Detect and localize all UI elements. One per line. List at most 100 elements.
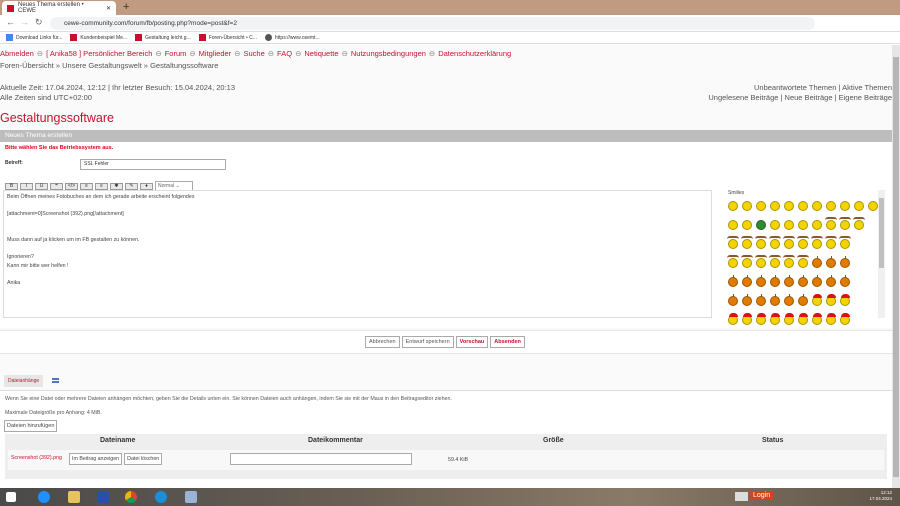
app-icon[interactable]	[185, 491, 197, 503]
smiley-icon[interactable]	[728, 220, 738, 230]
smiley-icon[interactable]	[839, 236, 851, 249]
smiley-icon[interactable]	[784, 201, 794, 211]
smiley-icon[interactable]	[826, 256, 836, 268]
url-input[interactable]: cewe-community.com/forum/fb/posting.php?…	[50, 17, 815, 30]
format-button[interactable]: </>	[65, 182, 78, 190]
smiley-icon[interactable]	[826, 201, 836, 211]
smiley-icon[interactable]	[840, 256, 850, 268]
breadcrumb[interactable]: Foren-Übersicht » Unsere Gestaltungswelt…	[0, 61, 218, 70]
smiley-icon[interactable]	[728, 275, 738, 287]
smiley-icon[interactable]	[755, 255, 767, 268]
forward-icon[interactable]: →	[20, 17, 29, 27]
active-link[interactable]: Aktive Themen	[842, 83, 892, 92]
page-scrollbar[interactable]	[892, 45, 900, 488]
smiley-icon[interactable]	[742, 313, 752, 325]
login-button[interactable]: Login	[750, 491, 774, 500]
file-name-link[interactable]: Screenshot (392).png	[11, 455, 62, 461]
smiley-icon[interactable]	[756, 201, 766, 211]
smilies-scrollbar[interactable]	[878, 190, 885, 318]
smiley-icon[interactable]	[784, 220, 794, 230]
subject-input[interactable]: SSL Fehler	[80, 159, 226, 170]
smiley-icon[interactable]	[854, 201, 864, 211]
nav-link[interactable]: Mitglieder	[199, 49, 232, 58]
format-button[interactable]: B	[5, 182, 18, 190]
smiley-icon[interactable]	[783, 255, 795, 268]
bookmark[interactable]: Kundenbeispiel Me...	[70, 34, 127, 41]
smiley-icon[interactable]	[812, 275, 822, 287]
smiley-icon[interactable]	[769, 255, 781, 268]
smiley-icon[interactable]	[728, 294, 738, 306]
smiley-icon[interactable]	[770, 294, 780, 306]
smiley-icon[interactable]	[840, 313, 850, 325]
save-draft-button[interactable]: Entwurf speichern	[401, 336, 454, 348]
smiley-icon[interactable]	[756, 275, 766, 287]
smiley-icon[interactable]	[742, 275, 752, 287]
file-comment-input[interactable]	[230, 453, 412, 465]
smiley-icon[interactable]	[784, 294, 794, 306]
nav-link[interactable]: [ Anika58 ] Persönlicher Bereich	[46, 49, 152, 58]
smiley-icon[interactable]	[756, 220, 766, 230]
nav-link[interactable]: Nutzungsbedingungen	[351, 49, 426, 58]
submit-button[interactable]: Absenden	[490, 336, 525, 348]
smiley-icon[interactable]	[770, 201, 780, 211]
back-icon[interactable]: ←	[6, 17, 15, 27]
smiley-icon[interactable]	[755, 236, 767, 249]
new-tab-button[interactable]: +	[123, 1, 129, 13]
smiley-icon[interactable]	[742, 294, 752, 306]
smiley-icon[interactable]	[840, 294, 850, 306]
show-in-post-button[interactable]: Im Beitrag anzeigen	[69, 453, 123, 465]
bookmark[interactable]: https://www.osemt...	[264, 34, 320, 41]
smiley-icon[interactable]	[784, 275, 794, 287]
smiley-icon[interactable]	[840, 201, 850, 211]
smiley-icon[interactable]	[825, 217, 837, 230]
smiley-icon[interactable]	[812, 294, 822, 306]
windows-start-icon[interactable]	[6, 492, 16, 502]
smiley-icon[interactable]	[783, 236, 795, 249]
bookmark[interactable]: Download Links für...	[6, 34, 62, 41]
smiley-icon[interactable]	[784, 313, 794, 325]
smiley-icon[interactable]	[812, 256, 822, 268]
ie-icon[interactable]	[38, 491, 50, 503]
search-app-icon[interactable]	[97, 491, 109, 503]
smiley-icon[interactable]	[741, 255, 753, 268]
smiley-icon[interactable]	[769, 236, 781, 249]
new-posts-link[interactable]: Neue Beiträge	[785, 93, 833, 102]
bookmark[interactable]: Gestaltung leicht g...	[135, 34, 191, 41]
format-button[interactable]: U	[35, 182, 48, 190]
smiley-icon[interactable]	[741, 236, 753, 249]
smiley-icon[interactable]	[756, 313, 766, 325]
smiley-icon[interactable]	[811, 236, 823, 249]
smiley-icon[interactable]	[728, 313, 738, 325]
smiley-icon[interactable]	[826, 294, 836, 306]
smiley-icon[interactable]	[798, 201, 808, 211]
nav-link[interactable]: FAQ	[277, 49, 292, 58]
reload-icon[interactable]: ↻	[35, 17, 43, 28]
delete-file-button[interactable]: Datei löschen	[124, 453, 163, 465]
smiley-icon[interactable]	[868, 201, 878, 211]
smiley-icon[interactable]	[826, 275, 836, 287]
smiley-icon[interactable]	[742, 201, 752, 211]
tab-attachments[interactable]: Dateianhänge	[4, 375, 44, 387]
smiley-icon[interactable]	[812, 201, 822, 211]
message-textarea[interactable]: Beim Öffnen meines Fotobuches an dem ich…	[3, 190, 712, 318]
list-icon[interactable]	[52, 378, 59, 383]
nav-link[interactable]: Suche	[243, 49, 264, 58]
smiley-icon[interactable]	[770, 220, 780, 230]
format-button[interactable]: ≡	[95, 182, 108, 190]
nav-link[interactable]: Netiquette	[304, 49, 338, 58]
format-button[interactable]: ✱	[110, 182, 123, 190]
smiley-icon[interactable]	[825, 236, 837, 249]
smiley-icon[interactable]	[826, 313, 836, 325]
format-button[interactable]: ♦	[140, 182, 153, 190]
smiley-icon[interactable]	[798, 294, 808, 306]
close-tab-icon[interactable]: ✕	[106, 5, 111, 12]
smiley-icon[interactable]	[770, 275, 780, 287]
format-button[interactable]: ✎	[125, 182, 138, 190]
unanswered-link[interactable]: Unbeantwortete Themen	[754, 83, 836, 92]
edge-icon[interactable]	[155, 491, 167, 503]
format-button[interactable]: ❝	[50, 182, 63, 190]
smiley-icon[interactable]	[797, 236, 809, 249]
explorer-icon[interactable]	[68, 491, 80, 503]
smiley-icon[interactable]	[798, 275, 808, 287]
format-button[interactable]: I	[20, 182, 33, 190]
